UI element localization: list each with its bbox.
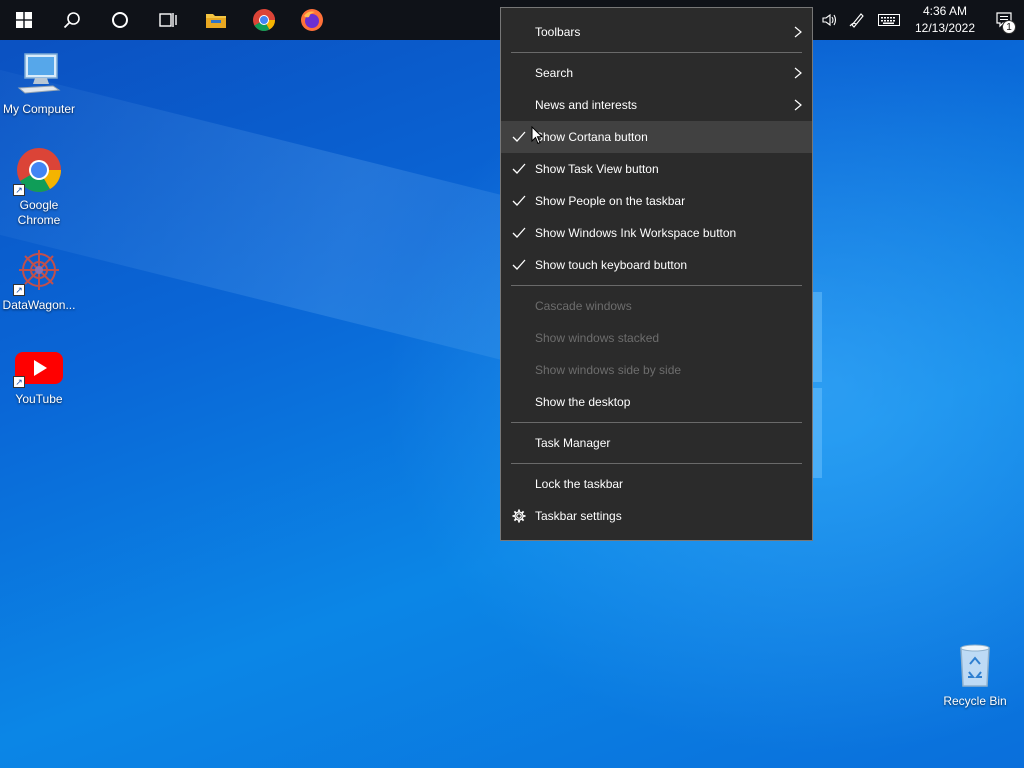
desktop-icon-label: Google Chrome — [17, 198, 61, 227]
file-explorer-icon — [206, 14, 226, 28]
desktop-icon-label: YouTube — [15, 392, 63, 406]
desktop-icon-youtube[interactable]: ↗ YouTube — [0, 346, 78, 407]
desktop-icon-label: DataWagon... — [2, 298, 76, 312]
computer-icon — [15, 50, 63, 98]
menu-item-label: Taskbar settings — [535, 509, 622, 523]
recycle-bin-icon — [951, 642, 999, 690]
menu-item-label: Show the desktop — [535, 395, 631, 409]
task-view-icon — [159, 13, 177, 27]
shortcut-arrow-icon: ↗ — [13, 184, 25, 196]
search-button[interactable] — [48, 0, 96, 40]
menu-item-search[interactable]: Search — [501, 57, 812, 89]
cortana-button[interactable] — [96, 0, 144, 40]
search-icon — [63, 12, 80, 29]
pen-workspace-icon[interactable] — [842, 0, 872, 40]
menu-item-toolbars[interactable]: Toolbars — [501, 16, 812, 48]
menu-item-task-manager[interactable]: Task Manager — [501, 427, 812, 459]
desktop-icon-label: My Computer — [2, 102, 76, 116]
menu-item-label: Task Manager — [535, 436, 611, 450]
chevron-right-icon — [794, 26, 802, 38]
menu-item-show-touch-keyboard[interactable]: Show touch keyboard button — [501, 249, 812, 281]
clock-time: 4:36 AM — [922, 4, 968, 18]
menu-item-label: Lock the taskbar — [535, 477, 624, 491]
notification-count-badge: 1 — [1002, 20, 1016, 34]
menu-separator — [511, 463, 802, 464]
chrome-icon: ↗ — [13, 146, 63, 196]
menu-item-label: Toolbars — [535, 25, 581, 39]
desktop-icon-datawagon[interactable]: ↗ DataWagon... — [0, 246, 78, 313]
desktop-icon-google-chrome[interactable]: ↗ Google Chrome — [0, 146, 78, 228]
firefox-taskbar-button[interactable] — [288, 0, 336, 40]
menu-item-label: Show windows side by side — [535, 363, 682, 377]
clock-date: 12/13/2022 — [914, 21, 976, 35]
youtube-icon: ↗ — [13, 346, 63, 394]
menu-item-label: Show Cortana button — [535, 130, 648, 144]
chrome-icon — [253, 9, 275, 31]
menu-item-label: News and interests — [535, 98, 638, 112]
desktop-icon-my-computer[interactable]: My Computer — [0, 50, 78, 117]
menu-item-show-task-view[interactable]: Show Task View button — [501, 153, 812, 185]
firefox-icon — [301, 9, 323, 31]
menu-item-label: Show touch keyboard button — [535, 258, 688, 272]
checkmark-icon — [512, 163, 526, 174]
file-explorer-button[interactable] — [192, 0, 240, 40]
start-icon — [16, 12, 32, 28]
chrome-taskbar-button[interactable] — [240, 0, 288, 40]
menu-item-show-windows-stacked: Show windows stacked — [501, 322, 812, 354]
windows-logo-pane — [812, 292, 822, 382]
shortcut-arrow-icon: ↗ — [13, 284, 25, 296]
menu-item-label: Search — [535, 66, 574, 80]
menu-item-lock-taskbar[interactable]: Lock the taskbar — [501, 468, 812, 500]
menu-item-show-people[interactable]: Show People on the taskbar — [501, 185, 812, 217]
checkmark-icon — [512, 195, 526, 206]
start-button[interactable] — [0, 0, 48, 40]
cortana-icon — [112, 12, 128, 28]
menu-separator — [511, 52, 802, 53]
menu-item-label: Show Task View button — [535, 162, 659, 176]
datawagon-icon: ↗ — [13, 246, 63, 296]
menu-separator — [511, 285, 802, 286]
mouse-cursor-icon — [531, 126, 543, 145]
checkmark-icon — [512, 227, 526, 238]
menu-item-news-and-interests[interactable]: News and interests — [501, 89, 812, 121]
taskbar-clock[interactable]: 4:36 AM 12/13/2022 — [906, 0, 984, 40]
windows-logo-pane — [812, 388, 822, 478]
taskbar-context-menu: Toolbars Search News and interests Show … — [500, 7, 813, 541]
menu-item-cascade-windows: Cascade windows — [501, 290, 812, 322]
desktop-icon-recycle-bin[interactable]: Recycle Bin — [936, 642, 1014, 709]
chevron-right-icon — [794, 99, 802, 111]
menu-item-label: Show People on the taskbar — [535, 194, 686, 208]
touch-keyboard-icon[interactable] — [872, 0, 906, 40]
menu-item-label: Show Windows Ink Workspace button — [535, 226, 737, 240]
chevron-right-icon — [794, 67, 802, 79]
menu-item-label: Show windows stacked — [535, 331, 660, 345]
menu-item-label: Cascade windows — [535, 299, 632, 313]
menu-item-show-windows-side-by-side: Show windows side by side — [501, 354, 812, 386]
menu-item-show-desktop[interactable]: Show the desktop — [501, 386, 812, 418]
action-center-button[interactable]: 1 — [984, 0, 1024, 40]
shortcut-arrow-icon: ↗ — [13, 376, 25, 388]
menu-item-show-ink-workspace[interactable]: Show Windows Ink Workspace button — [501, 217, 812, 249]
checkmark-icon — [512, 259, 526, 270]
checkmark-icon — [512, 131, 526, 142]
volume-icon[interactable] — [818, 0, 842, 40]
system-tray: 4:36 AM 12/13/2022 1 — [818, 0, 1024, 40]
menu-separator — [511, 422, 802, 423]
desktop-icon-label: Recycle Bin — [943, 694, 1007, 708]
task-view-button[interactable] — [144, 0, 192, 40]
menu-item-show-cortana[interactable]: Show Cortana button — [501, 121, 812, 153]
gear-icon — [512, 509, 526, 523]
menu-item-taskbar-settings[interactable]: Taskbar settings — [501, 500, 812, 532]
